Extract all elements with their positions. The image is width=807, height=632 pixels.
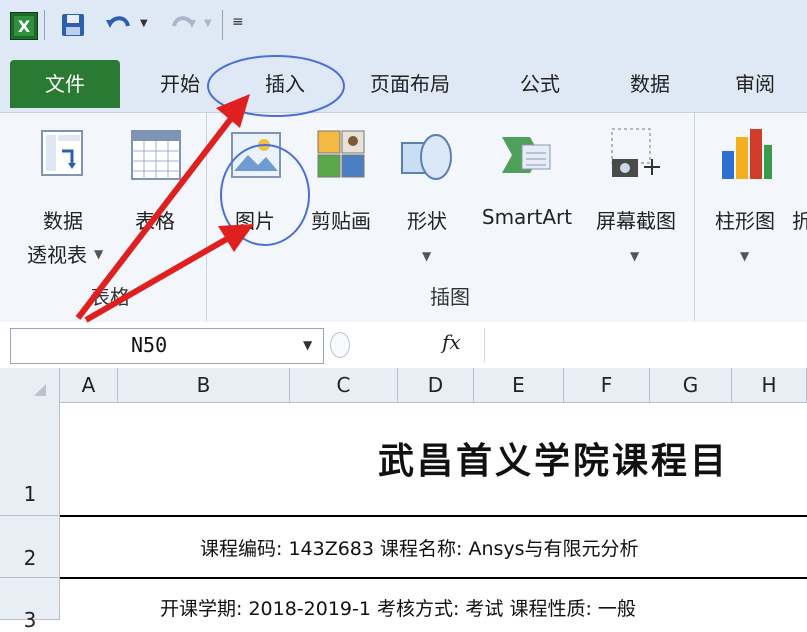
customize-icon[interactable]: ≡ xyxy=(232,14,244,30)
column-header-b[interactable]: B xyxy=(118,368,290,402)
column-chart-icon xyxy=(720,127,772,181)
shapes-button[interactable]: 形状 ▼ xyxy=(392,121,462,271)
screenshot-icon xyxy=(608,125,664,181)
table-button[interactable]: 表格 xyxy=(120,121,190,241)
pivot-table-label-line1: 数据 xyxy=(43,209,83,233)
qat-separator xyxy=(222,10,223,40)
column-header-d[interactable]: D xyxy=(398,368,474,402)
column-chart-label: 柱形图 xyxy=(715,209,775,233)
tab-home[interactable]: 开始 xyxy=(140,60,220,108)
redo-dropdown-icon[interactable]: ▼ xyxy=(204,18,212,29)
row-header-2[interactable]: 2 xyxy=(0,516,60,578)
undo-icon[interactable] xyxy=(104,12,134,38)
group-illustrations-label: 插图 xyxy=(430,285,470,309)
column-chart-button[interactable]: 柱形图 ▼ xyxy=(704,121,786,271)
group-tables-label: 表格 xyxy=(90,285,130,309)
smartart-button[interactable]: SmartArt xyxy=(470,121,584,271)
line-chart-label-partial[interactable]: 折 xyxy=(792,205,807,234)
smartart-icon xyxy=(500,133,554,179)
clipart-label: 剪贴画 xyxy=(311,209,371,233)
name-box-value: N50 xyxy=(131,333,168,357)
name-box-dropdown-icon[interactable]: ▼ xyxy=(303,338,312,352)
shapes-dropdown-icon: ▼ xyxy=(422,249,432,263)
column-header-e[interactable]: E xyxy=(474,368,564,402)
smartart-label: SmartArt xyxy=(481,205,573,229)
screenshot-dropdown-icon: ▼ xyxy=(630,249,640,263)
row-number-2: 2 xyxy=(23,546,37,570)
clipart-icon xyxy=(316,129,366,179)
pivot-dropdown-icon: ▼ xyxy=(94,247,104,261)
column-header-g[interactable]: G xyxy=(650,368,732,402)
redo-icon[interactable] xyxy=(168,12,198,38)
shapes-label: 形状 xyxy=(407,209,447,233)
select-all-corner[interactable] xyxy=(0,368,60,402)
tab-page-layout[interactable]: 页面布局 xyxy=(350,60,470,108)
table-icon xyxy=(130,129,182,181)
pivot-table-icon xyxy=(40,129,86,179)
save-icon[interactable] xyxy=(60,12,86,38)
ribbon-panel: 数据 透视表 ▼ 表格 表格 图片 剪贴画 形状 ▼ SmartArt 屏幕截图… xyxy=(0,112,807,324)
group-separator xyxy=(694,113,695,321)
picture-button[interactable]: 图片 xyxy=(222,121,288,271)
row-border xyxy=(60,577,807,579)
row-border xyxy=(60,515,807,517)
row-number-3: 3 xyxy=(23,608,37,632)
sheet-title[interactable]: 武昌首义学院课程目 xyxy=(378,432,729,484)
tab-review[interactable]: 审阅 xyxy=(715,60,795,108)
course-info-row3[interactable]: 开课学期: 2018-2019-1 考核方式: 考试 课程性质: 一般 xyxy=(160,594,636,621)
table-label: 表格 xyxy=(135,209,175,233)
pivot-table-button[interactable]: 数据 透视表 ▼ xyxy=(22,121,104,271)
tab-file[interactable]: 文件 xyxy=(10,60,120,108)
column-header-a[interactable]: A xyxy=(60,368,118,402)
tab-formulas[interactable]: 公式 xyxy=(500,60,580,108)
column-headers: A B C D E F G H xyxy=(0,368,807,403)
row-number-1: 1 xyxy=(23,482,37,506)
screenshot-label: 屏幕截图 xyxy=(596,209,676,233)
row-header-1[interactable]: 1 xyxy=(0,402,60,516)
picture-label: 图片 xyxy=(235,209,275,233)
fx-button[interactable]: fx xyxy=(442,330,461,354)
picture-icon xyxy=(230,131,282,179)
quick-access-toolbar: X ▼ ▼ ≡ xyxy=(0,0,807,52)
ribbon-tabs: 文件 开始 插入 页面布局 公式 数据 审阅 xyxy=(0,52,807,112)
excel-icon[interactable]: X xyxy=(10,12,38,40)
course-info-row2[interactable]: 课程编码: 143Z683 课程名称: Ansys与有限元分析 xyxy=(200,534,639,561)
name-box[interactable]: N50 ▼ xyxy=(10,328,324,364)
tab-data[interactable]: 数据 xyxy=(610,60,690,108)
svg-text:X: X xyxy=(18,17,31,36)
column-chart-dropdown-icon: ▼ xyxy=(740,249,750,263)
column-header-c[interactable]: C xyxy=(290,368,398,402)
formula-bar: N50 ▼ fx xyxy=(0,322,807,369)
formula-expand-icon[interactable] xyxy=(330,332,350,358)
group-separator xyxy=(206,113,207,321)
column-header-h[interactable]: H xyxy=(732,368,807,402)
tab-insert[interactable]: 插入 xyxy=(240,60,330,108)
pivot-table-label-line2: 透视表 xyxy=(27,243,87,267)
shapes-icon xyxy=(400,129,454,183)
clipart-button[interactable]: 剪贴画 xyxy=(300,121,382,271)
undo-dropdown-icon[interactable]: ▼ xyxy=(140,18,148,29)
column-header-f[interactable]: F xyxy=(564,368,650,402)
formula-input[interactable] xyxy=(484,328,807,362)
qat-separator xyxy=(44,10,45,40)
screenshot-button[interactable]: 屏幕截图 ▼ xyxy=(586,121,686,271)
row-header-3[interactable]: 3 xyxy=(0,578,60,632)
